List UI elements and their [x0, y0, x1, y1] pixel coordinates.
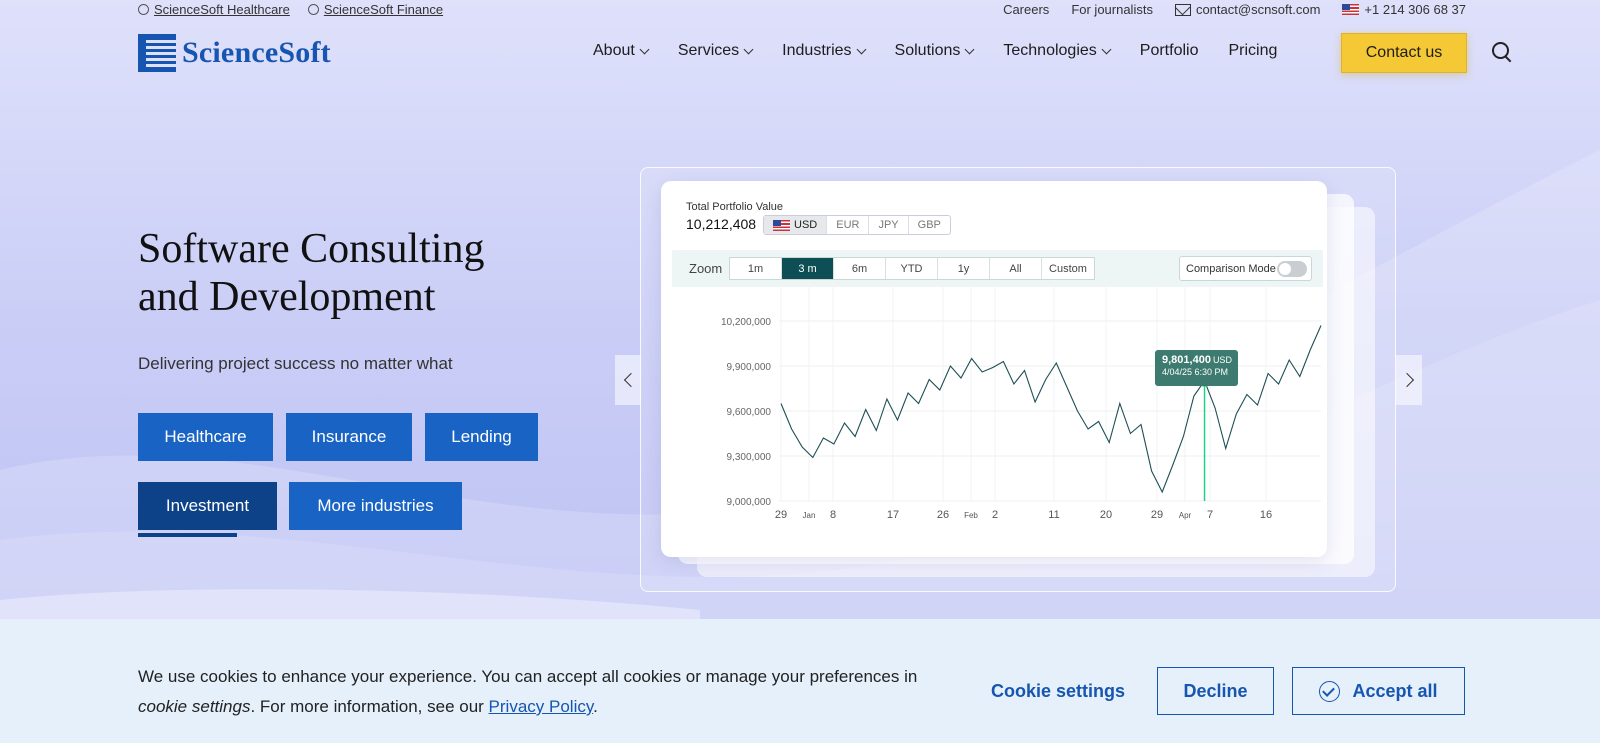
zoom-label: Zoom: [689, 261, 723, 276]
x-tick-label: 8: [830, 509, 836, 521]
us-flag-icon: [773, 219, 790, 231]
logo[interactable]: ScienceSoft: [138, 34, 331, 72]
x-tick-label: 20: [1100, 509, 1112, 521]
chart-tooltip: 9,801,400 USD 4/04/25 6:30 PM: [1155, 350, 1238, 386]
email-link[interactable]: contact@scnsoft.com: [1174, 2, 1320, 17]
zoom-all[interactable]: All: [990, 258, 1042, 279]
nav-item-solutions[interactable]: Solutions: [895, 42, 975, 60]
currency-eur[interactable]: EUR: [827, 216, 870, 234]
zoom-1y[interactable]: 1y: [938, 258, 990, 279]
topbar-left-links: ScienceSoft Healthcare ScienceSoft Finan…: [138, 2, 443, 17]
healthcare-link[interactable]: ScienceSoft Healthcare: [138, 2, 290, 17]
logo-text: ScienceSoft: [182, 36, 331, 69]
logo-mark-icon: [138, 34, 176, 72]
chevron-down-icon: [743, 44, 754, 54]
nav-item-about[interactable]: About: [593, 42, 650, 60]
finance-link[interactable]: ScienceSoft Finance: [307, 2, 443, 17]
cookie-message: We use cookies to enhance your experienc…: [138, 667, 918, 716]
industry-button-lending[interactable]: Lending: [425, 413, 538, 461]
zoom-3m[interactable]: 3 m: [782, 258, 834, 279]
nav-menu: About Services Industries Solutions Tech…: [593, 42, 1277, 60]
x-tick-label: Feb: [964, 511, 978, 520]
check-circle-icon: [1319, 680, 1341, 702]
main-navigation: ScienceSoft About Services Industries So…: [0, 28, 1600, 78]
chevron-down-icon: [639, 44, 650, 54]
nav-item-services[interactable]: Services: [678, 42, 754, 60]
hero-title: Software Consulting and Development: [138, 226, 485, 320]
mail-icon: [1174, 3, 1191, 16]
chevron-right-icon: [1399, 372, 1414, 388]
x-tick-label: 29: [1151, 509, 1163, 521]
accept-all-button[interactable]: Accept all: [1292, 667, 1465, 715]
industry-button-investment[interactable]: Investment: [138, 482, 277, 530]
topbar-right-links: Careers For journalists contact@scnsoft.…: [1003, 2, 1466, 17]
x-tick-label: Jan: [803, 511, 816, 520]
industry-button-healthcare[interactable]: Healthcare: [138, 413, 273, 461]
zoom-options: 1m 3 m 6m YTD 1y All Custom: [729, 257, 1095, 280]
heart-icon: [138, 4, 149, 15]
chevron-down-icon: [964, 44, 975, 54]
x-tick-label: 16: [1260, 509, 1272, 521]
us-flag-icon: [1342, 4, 1360, 15]
search-icon[interactable]: [1492, 42, 1512, 62]
y-tick-label: 9,300,000: [727, 452, 772, 463]
series-line: [780, 325, 1322, 494]
hero-subtitle: Delivering project success no matter wha…: [138, 354, 453, 373]
x-tick-label: 29: [775, 509, 787, 521]
currency-gbp[interactable]: GBP: [909, 216, 950, 234]
nav-item-technologies[interactable]: Technologies: [1003, 42, 1112, 60]
journalists-link[interactable]: For journalists: [1071, 2, 1153, 17]
portfolio-label: Total Portfolio Value: [686, 201, 784, 213]
cookie-settings-button[interactable]: Cookie settings: [991, 681, 1125, 702]
portfolio-value: 10,212,408: [686, 216, 757, 232]
zoom-ytd[interactable]: YTD: [886, 258, 938, 279]
privacy-policy-link[interactable]: Privacy Policy: [489, 697, 594, 716]
top-utility-bar: ScienceSoft Healthcare ScienceSoft Finan…: [0, 0, 1600, 20]
cookie-banner: We use cookies to enhance your experienc…: [0, 619, 1600, 743]
x-tick-label: 11: [1048, 509, 1059, 521]
x-tick-label: 17: [887, 509, 899, 521]
nav-item-pricing[interactable]: Pricing: [1228, 42, 1277, 60]
zoom-6m[interactable]: 6m: [834, 258, 886, 279]
x-tick-label: Apr: [1179, 511, 1192, 520]
decline-button[interactable]: Decline: [1157, 667, 1274, 715]
zoom-custom[interactable]: Custom: [1042, 258, 1094, 279]
x-tick-label: 7: [1207, 509, 1213, 521]
zoom-1m[interactable]: 1m: [730, 258, 782, 279]
contact-us-button[interactable]: Contact us: [1341, 33, 1467, 73]
currency-selector: USD EUR JPY GBP: [763, 215, 951, 235]
toggle-switch[interactable]: [1277, 261, 1307, 277]
nav-item-industries[interactable]: Industries: [782, 42, 866, 60]
chevron-left-icon: [623, 372, 638, 388]
currency-usd[interactable]: USD: [764, 216, 828, 234]
active-tab-indicator: [138, 533, 237, 537]
y-tick-label: 9,900,000: [727, 362, 772, 373]
y-tick-label: 9,600,000: [727, 407, 772, 418]
currency-jpy[interactable]: JPY: [869, 216, 909, 234]
portfolio-widget-card: Total Portfolio Value 10,212,408 USD EUR…: [661, 181, 1327, 557]
y-tick-label: 9,000,000: [727, 497, 772, 508]
nav-item-portfolio[interactable]: Portfolio: [1140, 42, 1199, 60]
industry-button-more[interactable]: More industries: [289, 482, 462, 530]
y-tick-label: 10,200,000: [721, 317, 771, 328]
x-tick-label: 26: [937, 509, 949, 521]
phone-link[interactable]: +1 214 306 68 37: [1342, 2, 1466, 17]
carousel-prev-button[interactable]: [615, 355, 641, 405]
portfolio-line-chart: 10,200,000 9,900,000 9,600,000 9,300,000 9,0…: [721, 281, 1322, 521]
industry-button-insurance[interactable]: Insurance: [286, 413, 412, 461]
chevron-down-icon: [1101, 44, 1112, 54]
dollar-icon: [307, 4, 319, 15]
comparison-mode-toggle[interactable]: Comparison Mode: [1179, 256, 1312, 281]
chevron-down-icon: [856, 44, 866, 54]
carousel-next-button[interactable]: [1396, 355, 1422, 405]
careers-link[interactable]: Careers: [1003, 2, 1049, 17]
x-tick-label: 2: [992, 509, 998, 521]
